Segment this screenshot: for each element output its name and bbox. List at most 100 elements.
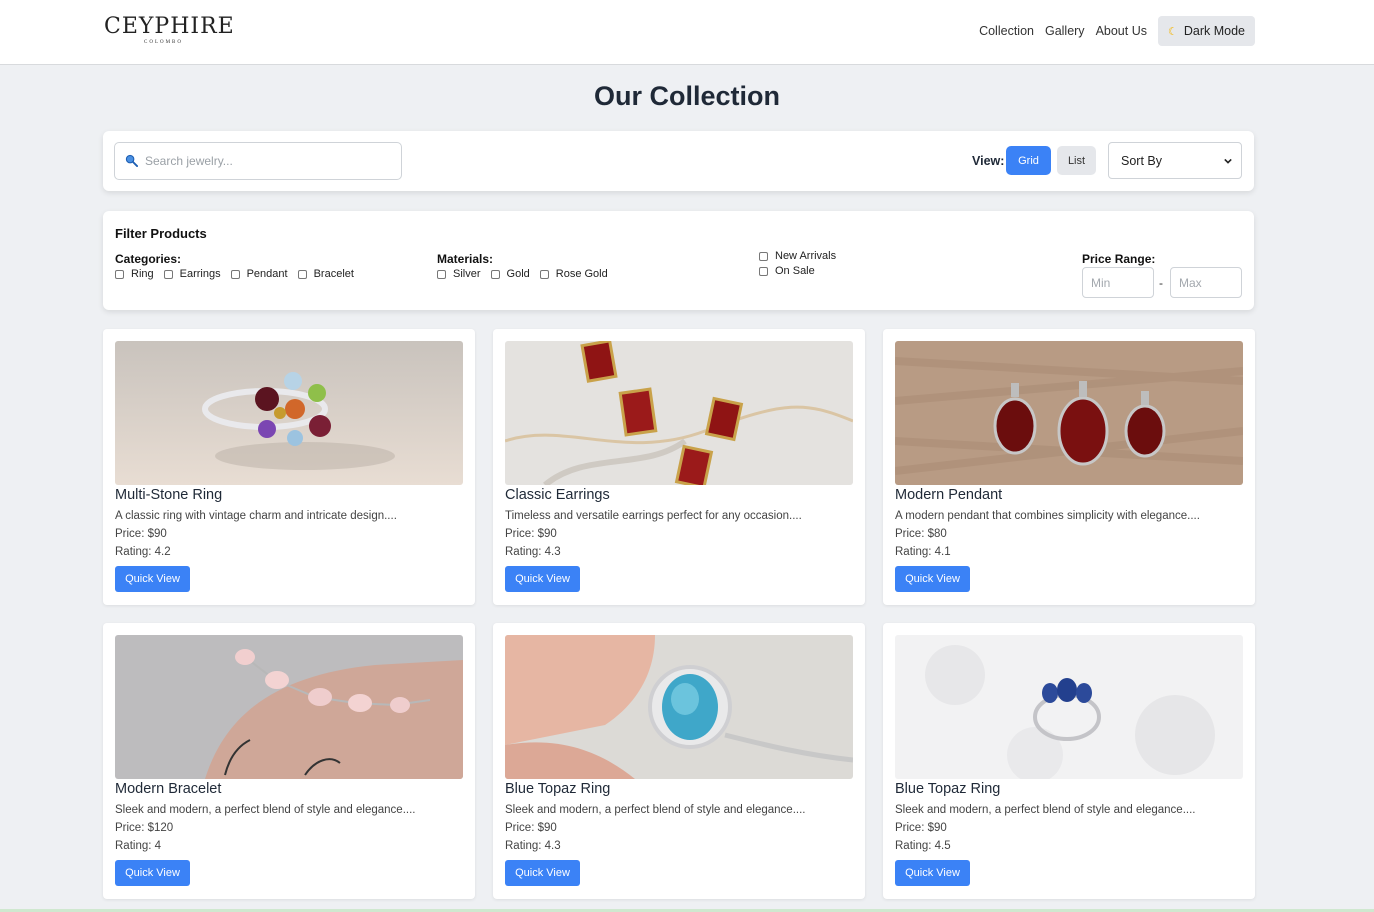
price-separator: -: [1159, 276, 1163, 290]
view-label: View:: [972, 154, 1005, 168]
nav-link-about[interactable]: About Us: [1096, 24, 1147, 38]
checkbox-label: Ring: [131, 268, 154, 280]
nav-link-gallery[interactable]: Gallery: [1045, 24, 1085, 38]
product-name: Blue Topaz Ring: [895, 781, 1001, 797]
product-card[interactable]: Blue Topaz Ring Sleek and modern, a perf…: [493, 623, 865, 899]
category-earrings[interactable]: Earrings: [163, 268, 221, 280]
product-image[interactable]: [505, 635, 853, 779]
price-min-input[interactable]: [1082, 267, 1154, 298]
product-price: Price: $80: [895, 528, 947, 540]
nav-link-collection[interactable]: Collection: [979, 24, 1034, 38]
price-max-input[interactable]: [1170, 267, 1242, 298]
list-view-button[interactable]: List: [1057, 146, 1096, 175]
logo-subtext: COLOMBO: [144, 40, 184, 45]
search-box[interactable]: [114, 142, 402, 180]
quick-view-button[interactable]: Quick View: [115, 860, 190, 886]
product-price: Price: $90: [505, 528, 557, 540]
dark-mode-button[interactable]: ☾ Dark Mode: [1157, 16, 1255, 46]
brand-logo[interactable]: CEYPHIRE COLOMBO: [104, 14, 235, 50]
product-card[interactable]: Modern Bracelet Sleek and modern, a perf…: [103, 623, 475, 899]
quick-view-button[interactable]: Quick View: [505, 566, 580, 592]
product-name: Modern Bracelet: [115, 781, 222, 797]
product-image[interactable]: [115, 341, 463, 485]
search-input[interactable]: [145, 143, 395, 179]
product-image[interactable]: [895, 635, 1243, 779]
checkbox-label: Earrings: [179, 268, 221, 280]
product-description: Sleek and modern, a perfect blend of sty…: [115, 804, 416, 816]
dark-mode-label: Dark Mode: [1183, 24, 1245, 38]
checkbox-label: Bracelet: [313, 268, 354, 280]
product-description: Sleek and modern, a perfect blend of sty…: [895, 804, 1196, 816]
product-price: Price: $90: [895, 822, 947, 834]
checkbox-label: Pendant: [246, 268, 288, 280]
filter-on-sale[interactable]: On Sale: [759, 265, 815, 277]
moon-icon: ☾: [1167, 25, 1178, 38]
quick-view-button[interactable]: Quick View: [895, 860, 970, 886]
category-pendant[interactable]: Pendant: [230, 268, 288, 280]
quick-view-button[interactable]: Quick View: [895, 566, 970, 592]
category-checkboxes: Ring Earrings Pendant Bracelet: [115, 268, 364, 280]
product-rating: Rating: 4.5: [895, 840, 951, 852]
checkbox[interactable]: [490, 269, 500, 279]
quick-view-button[interactable]: Quick View: [505, 860, 580, 886]
product-image[interactable]: [505, 341, 853, 485]
checkbox[interactable]: [759, 251, 768, 261]
material-rose-gold[interactable]: Rose Gold: [539, 268, 608, 280]
filter-new-arrivals[interactable]: New Arrivals: [759, 250, 836, 262]
material-silver[interactable]: Silver: [437, 268, 481, 280]
product-description: A classic ring with vintage charm and in…: [115, 510, 397, 522]
product-description: Timeless and versatile earrings perfect …: [505, 510, 802, 522]
product-name: Blue Topaz Ring: [505, 781, 611, 797]
product-rating: Rating: 4.3: [505, 840, 561, 852]
product-rating: Rating: 4.1: [895, 546, 951, 558]
sort-selected-value: Sort By: [1121, 153, 1162, 168]
product-description: A modern pendant that combines simplicit…: [895, 510, 1200, 522]
sort-select[interactable]: Sort By: [1108, 142, 1242, 179]
material-checkboxes: Silver Gold Rose Gold: [437, 268, 618, 280]
checkbox[interactable]: [115, 269, 124, 279]
product-rating: Rating: 4.2: [115, 546, 171, 558]
filter-title: Filter Products: [115, 226, 207, 241]
checkbox[interactable]: [230, 269, 240, 279]
category-bracelet[interactable]: Bracelet: [297, 268, 354, 280]
material-gold[interactable]: Gold: [490, 268, 530, 280]
product-price: Price: $90: [115, 528, 167, 540]
search-toolbar: View: Grid List Sort By: [103, 131, 1254, 191]
product-card[interactable]: Classic Earrings Timeless and versatile …: [493, 329, 865, 605]
materials-label: Materials:: [437, 252, 494, 266]
product-card[interactable]: Modern Pendant A modern pendant that com…: [883, 329, 1255, 605]
checkbox[interactable]: [163, 269, 173, 279]
chevron-down-icon: [1224, 158, 1232, 164]
product-card[interactable]: Blue Topaz Ring Sleek and modern, a perf…: [883, 623, 1255, 899]
product-image[interactable]: [115, 635, 463, 779]
logo-text: CEYPHIRE: [104, 14, 235, 39]
product-price: Price: $90: [505, 822, 557, 834]
product-card[interactable]: Multi-Stone Ring A classic ring with vin…: [103, 329, 475, 605]
price-range-label: Price Range:: [1082, 252, 1156, 266]
product-image[interactable]: [895, 341, 1243, 485]
grid-view-button[interactable]: Grid: [1006, 146, 1051, 175]
product-name: Classic Earrings: [505, 487, 610, 503]
quick-view-button[interactable]: Quick View: [115, 566, 190, 592]
checkbox[interactable]: [297, 269, 307, 279]
nav-links: Collection Gallery About Us ☾ Dark Mode: [979, 16, 1255, 46]
on-sale-row: On Sale: [759, 265, 825, 277]
category-ring[interactable]: Ring: [115, 268, 154, 280]
product-rating: Rating: 4: [115, 840, 162, 852]
product-rating: Rating: 4.3: [505, 546, 561, 558]
checkbox-label: Rose Gold: [555, 268, 608, 280]
checkbox-label: Gold: [506, 268, 530, 280]
checkbox-label: On Sale: [775, 265, 815, 277]
checkbox-label: New Arrivals: [775, 250, 837, 262]
checkbox[interactable]: [539, 269, 549, 279]
product-description: Sleek and modern, a perfect blend of sty…: [505, 804, 806, 816]
checkbox[interactable]: [759, 266, 768, 276]
filter-panel: Filter Products Categories: Ring Earring…: [103, 211, 1254, 310]
checkbox[interactable]: [437, 269, 446, 279]
new-arrivals-row: New Arrivals: [759, 250, 846, 262]
navbar: CEYPHIRE COLOMBO Collection Gallery Abou…: [0, 0, 1374, 65]
product-price: Price: $120: [115, 822, 174, 834]
search-icon: [125, 154, 138, 167]
product-name: Multi-Stone Ring: [115, 487, 223, 503]
checkbox-label: Silver: [453, 268, 481, 280]
